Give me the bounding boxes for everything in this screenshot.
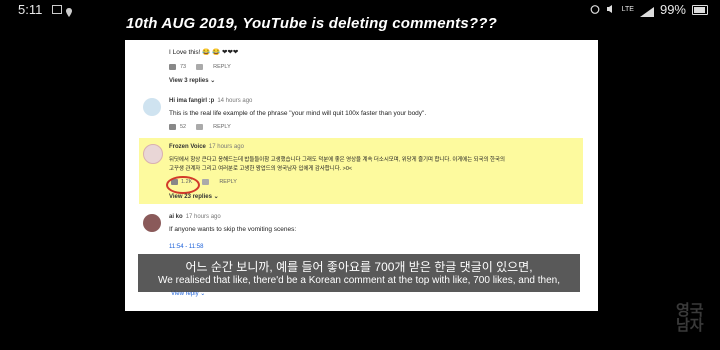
- like-count: 52: [180, 124, 187, 130]
- comment-actions: 73 REPLY: [169, 64, 231, 70]
- english-subtitle: We realised that like, there'd be a Kore…: [158, 275, 560, 286]
- gallery-icon: [52, 5, 62, 14]
- mute-icon: [606, 2, 616, 17]
- avatar: [143, 98, 161, 116]
- comment-text: I Love this! 😂 😂 ❤❤❤: [169, 49, 239, 56]
- like-count: 73: [180, 64, 187, 70]
- battery-icon: [692, 4, 708, 15]
- comment-text: 고꾸생 관계자 그리고 여러분로 고생한 왕업드의 영국남자 입에게 감사합니다…: [169, 166, 352, 172]
- watermark-line-1: 영국: [676, 302, 704, 319]
- subtitle-box: 어느 순간 보니까, 예를 들어 좋아요를 700개 받은 한글 댓글이 있으면…: [138, 254, 580, 292]
- comment-actions: 52 REPLY: [169, 124, 231, 130]
- battery-percent: 99%: [659, 2, 686, 17]
- korean-subtitle: 어느 순간 보니까, 예를 들어 좋아요를 700개 받은 한글 댓글이 있으면…: [185, 260, 533, 274]
- view-replies-link[interactable]: View 23 replies ⌄: [169, 193, 219, 200]
- channel-watermark-logo: 영국 남자: [676, 303, 704, 333]
- red-highlight-circle: [166, 176, 200, 194]
- alarm-icon: [590, 2, 600, 17]
- video-headline: 10th AUG 2019, YouTube is deleting comme…: [126, 15, 497, 32]
- avatar: [143, 144, 163, 164]
- reply-button[interactable]: REPLY: [213, 124, 231, 130]
- like-icon[interactable]: [169, 64, 176, 70]
- video-timestamp-link[interactable]: 11:54 - 11:58: [169, 244, 203, 250]
- network-label: LTE: [621, 6, 634, 13]
- comment-author: Hi ima fangirl :p 14 hours ago: [169, 98, 253, 104]
- reply-button[interactable]: REPLY: [219, 179, 237, 185]
- status-time: 5:11: [18, 2, 43, 17]
- dislike-icon[interactable]: [202, 179, 210, 185]
- comment-text: 뒤딧에서 항상 큰다고 응해드는데 밥들들이참 고생했습니다 그래도 덕분에 좋…: [169, 157, 505, 163]
- comment-text: This is the real life example of the phr…: [169, 110, 427, 117]
- status-right: LTE 99%: [590, 2, 708, 17]
- reply-button[interactable]: REPLY: [213, 64, 231, 70]
- comment-author: ai ko 17 hours ago: [169, 214, 221, 220]
- like-icon[interactable]: [169, 124, 176, 130]
- dislike-icon[interactable]: [196, 64, 204, 70]
- comment-author: Frozen Voice 17 hours ago: [169, 144, 244, 150]
- location-icon: [66, 4, 72, 17]
- comment-text: If anyone wants to skip the vomiting sce…: [169, 226, 297, 233]
- dislike-icon[interactable]: [196, 124, 204, 130]
- view-replies-link[interactable]: View 3 replies ⌄: [169, 77, 215, 84]
- signal-icon: [639, 5, 654, 17]
- watermark-line-2: 남자: [676, 317, 704, 334]
- avatar: [143, 214, 161, 232]
